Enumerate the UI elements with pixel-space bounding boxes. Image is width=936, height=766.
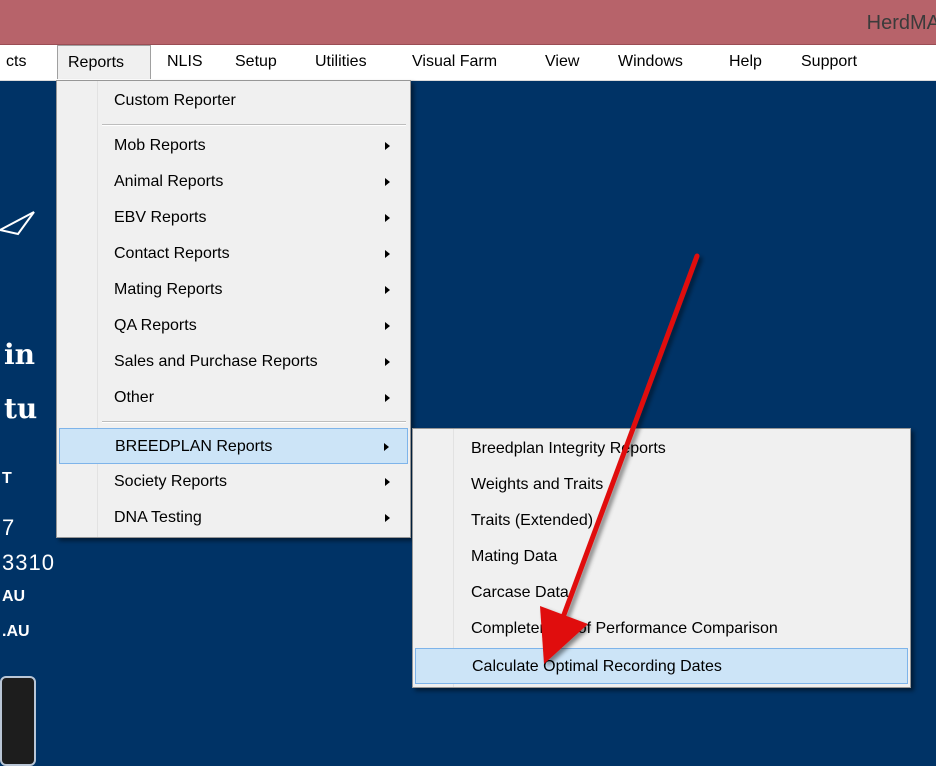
submenu-item-label: Weights and Traits (471, 476, 604, 493)
menu-utilities[interactable]: Utilities (305, 45, 377, 79)
submenu-arrow-icon (385, 178, 390, 186)
bg-text-line3: T (2, 470, 12, 487)
submenu-arrow-icon (385, 394, 390, 402)
menu-windows[interactable]: Windows (608, 45, 693, 79)
menu-item-label: Sales and Purchase Reports (114, 353, 318, 370)
breedplan-submenu: Breedplan Integrity Reports Weights and … (412, 428, 911, 688)
menu-item-breedplan-reports[interactable]: BREEDPLAN Reports (59, 428, 408, 464)
submenu-item-calculate-optimal-dates[interactable]: Calculate Optimal Recording Dates (415, 648, 908, 684)
menu-item-label: Custom Reporter (114, 92, 236, 109)
menu-item-label: Animal Reports (114, 173, 224, 190)
submenu-item-mating-data[interactable]: Mating Data (413, 539, 910, 575)
submenu-item-weights-traits[interactable]: Weights and Traits (413, 467, 910, 503)
menu-item-contact-reports[interactable]: Contact Reports (57, 236, 410, 272)
menu-help[interactable]: Help (719, 45, 772, 79)
menu-item-label: QA Reports (114, 317, 197, 334)
submenu-item-label: Completeness of Performance Comparison (471, 620, 778, 637)
app-title: HerdMA (866, 12, 936, 34)
menu-bar: cts Reports NLIS Setup Utilities Visual … (0, 45, 936, 81)
menu-separator (102, 124, 406, 126)
submenu-item-label: Traits (Extended) (471, 512, 594, 529)
submenu-item-breedplan-integrity[interactable]: Breedplan Integrity Reports (413, 431, 910, 467)
menu-item-label: EBV Reports (114, 209, 207, 226)
submenu-item-traits-extended[interactable]: Traits (Extended) (413, 503, 910, 539)
title-bar: HerdMA (0, 0, 936, 45)
menu-item-label: Contact Reports (114, 245, 230, 262)
menu-separator (102, 421, 406, 423)
menu-item-ebv-reports[interactable]: EBV Reports (57, 200, 410, 236)
menu-reports[interactable]: Reports (57, 45, 151, 79)
menu-item-society-reports[interactable]: Society Reports (57, 464, 410, 500)
menu-support[interactable]: Support (791, 45, 867, 79)
plane-logo-icon (0, 211, 35, 236)
submenu-arrow-icon (385, 514, 390, 522)
bg-text-line5: 3310 (2, 550, 55, 575)
submenu-arrow-icon (385, 358, 390, 366)
submenu-item-label: Mating Data (471, 548, 558, 565)
menu-item-sales-purchase-reports[interactable]: Sales and Purchase Reports (57, 344, 410, 380)
submenu-item-label: Carcase Data (471, 584, 569, 601)
bg-text-line4: 7 (2, 515, 16, 540)
submenu-item-carcase-data[interactable]: Carcase Data (413, 575, 910, 611)
menu-item-other[interactable]: Other (57, 380, 410, 416)
submenu-item-label: Calculate Optimal Recording Dates (472, 658, 722, 675)
bg-text-line2: tu (4, 392, 38, 425)
menu-item-animal-reports[interactable]: Animal Reports (57, 164, 410, 200)
menu-item-custom-reporter[interactable]: Custom Reporter (57, 83, 410, 119)
menu-item-mob-reports[interactable]: Mob Reports (57, 128, 410, 164)
submenu-arrow-icon (385, 250, 390, 258)
menu-item-label: Mating Reports (114, 281, 223, 298)
bg-text-line7: .AU (2, 623, 30, 640)
menu-item-label: BREEDPLAN Reports (115, 438, 273, 455)
menu-item-label: Mob Reports (114, 137, 206, 154)
reports-menu: Custom Reporter Mob Reports Animal Repor… (56, 80, 411, 538)
submenu-arrow-icon (384, 443, 389, 451)
bg-panel (0, 676, 36, 766)
menu-item-label: DNA Testing (114, 509, 202, 526)
menu-nlis[interactable]: NLIS (157, 45, 213, 79)
menu-item-mating-reports[interactable]: Mating Reports (57, 272, 410, 308)
submenu-arrow-icon (385, 286, 390, 294)
menu-view[interactable]: View (535, 45, 589, 79)
menu-item-label: Society Reports (114, 473, 227, 490)
submenu-item-completeness-performance[interactable]: Completeness of Performance Comparison (413, 611, 910, 647)
submenu-arrow-icon (385, 322, 390, 330)
bg-text-line1: in (4, 338, 35, 371)
menu-item-label: Other (114, 389, 155, 406)
menu-item-qa-reports[interactable]: QA Reports (57, 308, 410, 344)
submenu-item-label: Breedplan Integrity Reports (471, 440, 666, 457)
menu-setup[interactable]: Setup (225, 45, 287, 79)
submenu-arrow-icon (385, 478, 390, 486)
submenu-arrow-icon (385, 214, 390, 222)
submenu-arrow-icon (385, 142, 390, 150)
bg-text-line6: AU (2, 588, 26, 605)
menu-visual-farm[interactable]: Visual Farm (402, 45, 507, 79)
menu-contacts[interactable]: cts (0, 45, 36, 79)
menu-item-dna-testing[interactable]: DNA Testing (57, 500, 410, 536)
